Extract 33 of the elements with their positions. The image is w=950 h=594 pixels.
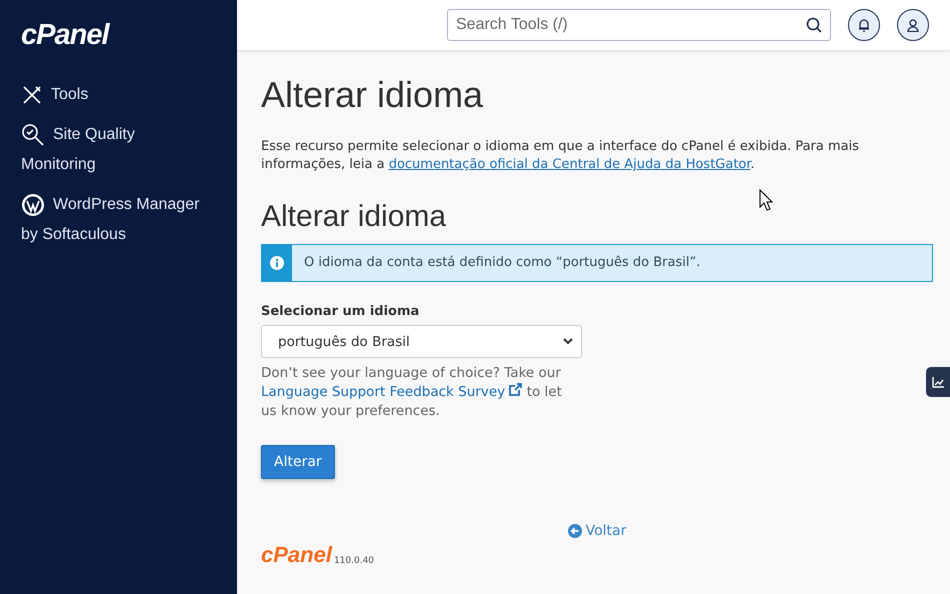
magnifier-check-icon <box>21 122 45 147</box>
tools-icon <box>21 84 43 106</box>
version-text: 110.0.40 <box>334 555 374 567</box>
info-icon <box>270 256 284 270</box>
user-icon <box>907 18 919 32</box>
chevron-down-icon <box>563 338 573 345</box>
notifications-button[interactable] <box>848 9 880 41</box>
search-field[interactable]: Search Tools (/) <box>447 9 831 41</box>
section-title: Alterar idioma <box>261 200 448 234</box>
documentation-link[interactable]: documentação oficial da Central de Ajuda da HostGator <box>388 157 751 172</box>
submit-button[interactable]: Alterar <box>261 445 335 479</box>
user-button[interactable] <box>897 9 929 41</box>
search-icon <box>806 17 822 33</box>
bell-icon <box>858 18 870 32</box>
sidebar-item[interactable]: Tools <box>21 80 206 110</box>
cpanel-logo: cPanel <box>21 18 111 52</box>
footer-logo: cPanel <box>261 543 332 567</box>
survey-link[interactable]: Language Support Feedback Survey <box>261 384 522 400</box>
chart-button[interactable] <box>926 367 950 397</box>
back-link[interactable]: Voltar <box>568 523 626 539</box>
external-link-icon <box>509 383 522 396</box>
sidebar-item[interactable]: WordPress Manager by Softaculous <box>21 190 206 250</box>
help-text: Don’t see your language of choice? Take our Language Support Feedback Survey to let us know your preferences. <box>261 364 563 421</box>
line-chart-icon <box>932 376 944 388</box>
info-text: O idioma da conta está definido como “português do Brasil”. <box>303 254 700 272</box>
page-title: Alterar idioma <box>261 74 484 116</box>
wordpress-icon <box>21 192 45 217</box>
sidebar-item[interactable]: Site Quality Monitoring <box>21 120 206 180</box>
back-arrow-icon <box>568 524 582 538</box>
intro-text: Esse recurso permite selecionar o idioma em que a interface do cPanel é exibida. Para mais informações, leia a documentação oficial da Central de Ajuda da HostGator. <box>261 138 860 174</box>
mouse-cursor-icon <box>759 189 773 211</box>
language-select[interactable]: português do Brasil <box>261 325 582 358</box>
select-label: Selecionar um idioma <box>261 304 420 319</box>
